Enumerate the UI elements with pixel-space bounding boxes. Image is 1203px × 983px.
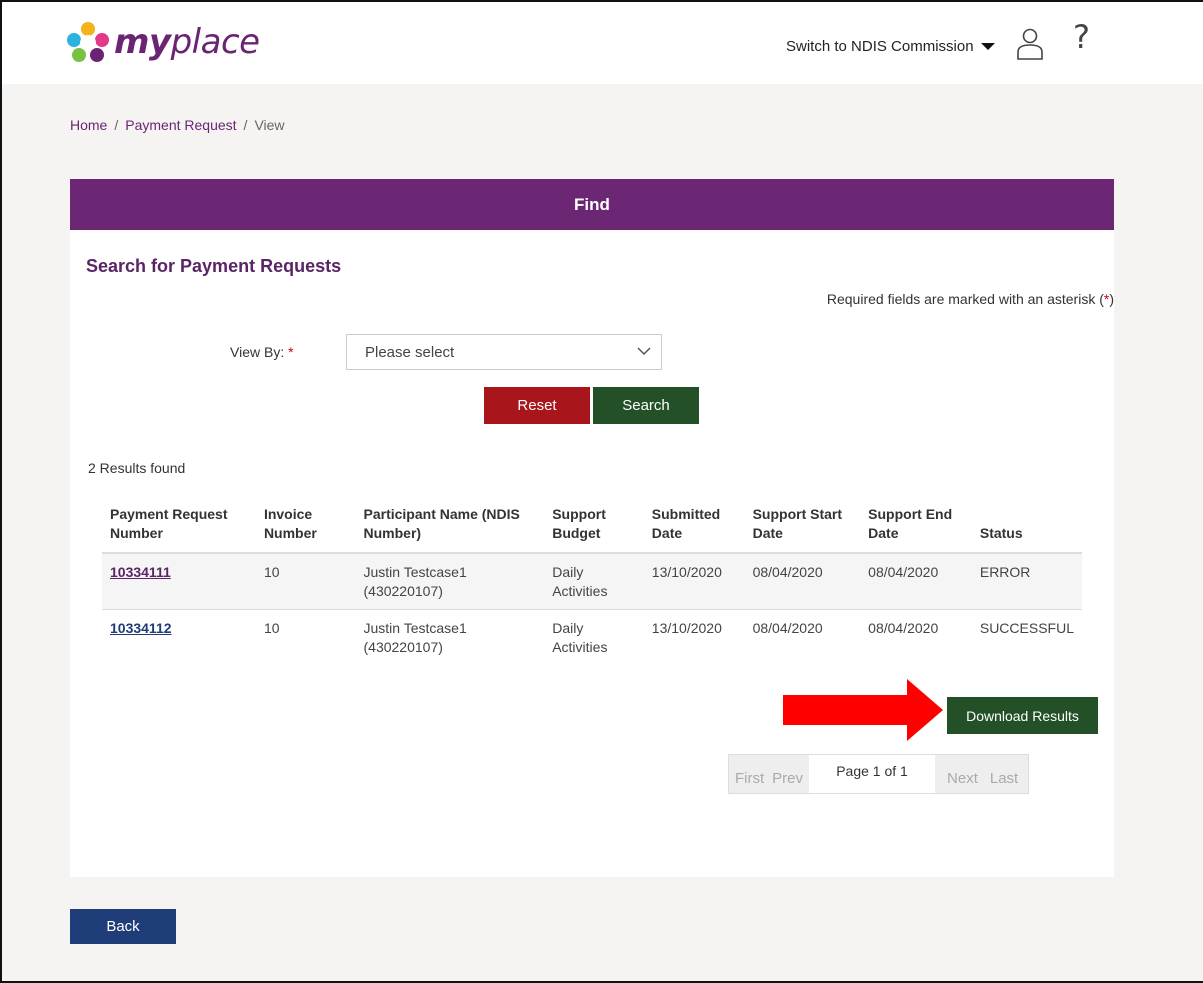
header-line: Status <box>979 525 1023 541</box>
budget-line: Daily <box>552 620 584 636</box>
column-header-submitted-date[interactable]: Submitted Date <box>643 501 745 554</box>
cell-submitted-date: 13/10/2020 <box>643 609 745 665</box>
logo-icon <box>67 22 109 62</box>
header-line: Budget <box>552 525 601 541</box>
help-icon[interactable]: ? <box>1073 18 1090 56</box>
header-line: Date <box>651 525 683 541</box>
cell-request-number: 10334111 <box>102 553 256 610</box>
required-asterisk: * <box>288 344 294 360</box>
view-by-select-value: Please select <box>365 344 455 361</box>
logo-text-place: place <box>170 22 260 62</box>
cell-invoice: 10 <box>255 609 356 665</box>
breadcrumb-home[interactable]: Home <box>70 117 107 133</box>
pager-next-button[interactable]: Next <box>935 755 984 793</box>
results-table: Payment Request Number Invoice Number Part… <box>102 501 1082 665</box>
header-line: Date <box>868 525 899 541</box>
required-fields-note: Required fields are marked with an aster… <box>827 291 1114 307</box>
header-line: Number <box>110 525 163 541</box>
top-bar: myplace Switch to NDIS Commission ? <box>2 2 1203 85</box>
cell-end-date: 08/04/2020 <box>860 609 972 665</box>
view-by-select[interactable]: Please select <box>346 334 662 370</box>
table-row: 10334112 10 Justin Testcase1 (430220107) … <box>102 609 1082 665</box>
cell-support-budget: Daily Activities <box>544 609 644 665</box>
header-line: Payment Request <box>110 506 228 522</box>
header-line: Support Start <box>752 506 843 522</box>
cell-status: SUCCESSFUL <box>971 609 1082 665</box>
header-line: Date <box>752 525 783 541</box>
user-icon[interactable] <box>1016 28 1044 65</box>
back-button[interactable]: Back <box>70 909 176 944</box>
table-header-row: Payment Request Number Invoice Number Part… <box>102 501 1082 554</box>
header-line: Support End <box>868 506 953 522</box>
cell-participant: Justin Testcase1 (430220107) <box>355 553 545 610</box>
view-by-label: View By: * <box>230 344 294 360</box>
participant-name: Justin Testcase1 <box>363 620 467 636</box>
payment-request-link[interactable]: 10334112 <box>110 620 172 636</box>
cell-request-number: 10334112 <box>102 609 256 665</box>
payment-request-link[interactable]: 10334111 <box>110 564 171 580</box>
breadcrumb-payment-request[interactable]: Payment Request <box>125 117 236 133</box>
switch-portal-dropdown[interactable]: Switch to NDIS Commission <box>786 38 995 55</box>
find-card-header: Find <box>70 179 1114 230</box>
red-arrow-annotation <box>783 679 943 741</box>
cell-start-date: 08/04/2020 <box>744 553 861 610</box>
header-line: Invoice <box>263 506 313 522</box>
breadcrumb: Home / Payment Request / View <box>70 117 285 133</box>
column-header-support-end-date[interactable]: Support End Date <box>860 501 972 554</box>
column-header-support-start-date[interactable]: Support Start Date <box>744 501 861 554</box>
pager-info: Page 1 of 1 <box>836 763 908 779</box>
logo-text: myplace <box>114 22 260 62</box>
required-note-text: Required fields are marked with an aster… <box>826 291 1104 307</box>
header-line: Submitted <box>651 506 721 522</box>
logo-text-my: my <box>114 22 171 62</box>
pagination: First Prev Page 1 of 1 Next Last <box>728 754 1030 794</box>
cell-submitted-date: 13/10/2020 <box>643 553 745 610</box>
switch-portal-label: Switch to NDIS Commission <box>786 38 974 55</box>
myplace-logo[interactable]: myplace <box>66 20 260 64</box>
header-line: Number) <box>363 525 422 541</box>
cell-invoice: 10 <box>255 553 356 610</box>
cell-status: ERROR <box>971 553 1082 610</box>
reset-button[interactable]: Reset <box>484 387 590 424</box>
breadcrumb-current: View <box>254 117 285 133</box>
view-by-label-text: View By: <box>230 344 285 360</box>
pager-first-button[interactable]: First <box>729 755 771 793</box>
ndis-number: (430220107) <box>363 583 443 599</box>
cell-participant: Justin Testcase1 (430220107) <box>355 609 545 665</box>
cell-start-date: 08/04/2020 <box>744 609 861 665</box>
column-header-participant-name[interactable]: Participant Name (NDIS Number) <box>355 501 545 554</box>
budget-line: Activities <box>552 639 608 655</box>
chevron-down-icon <box>637 347 651 356</box>
cell-end-date: 08/04/2020 <box>860 553 972 610</box>
participant-name: Justin Testcase1 <box>363 564 467 580</box>
pager-prev-button[interactable]: Prev <box>770 755 810 793</box>
budget-line: Daily <box>552 564 584 580</box>
pager-last-button[interactable]: Last <box>983 755 1029 793</box>
required-note-close: ) <box>1109 291 1114 307</box>
caret-down-icon <box>980 43 995 50</box>
column-header-status[interactable]: Status <box>971 501 1082 554</box>
budget-line: Activities <box>552 583 608 599</box>
column-header-invoice-number[interactable]: Invoice Number <box>255 501 356 554</box>
search-button[interactable]: Search <box>593 387 699 424</box>
cell-support-budget: Daily Activities <box>544 553 644 610</box>
header-line: Support <box>552 506 606 522</box>
column-header-payment-request-number[interactable]: Payment Request Number <box>102 501 256 554</box>
ndis-number: (430220107) <box>363 639 443 655</box>
section-title: Search for Payment Requests <box>86 256 342 276</box>
download-results-button[interactable]: Download Results <box>947 697 1098 734</box>
header-line: Participant Name (NDIS <box>363 506 520 522</box>
breadcrumb-separator: / <box>114 117 119 133</box>
find-card: Find Search for Payment Requests Require… <box>70 179 1114 877</box>
column-header-support-budget[interactable]: Support Budget <box>544 501 644 554</box>
table-row: 10334111 10 Justin Testcase1 (430220107) … <box>102 553 1082 610</box>
header-line: Number <box>263 525 317 541</box>
results-count: 2 Results found <box>88 460 186 476</box>
breadcrumb-separator: / <box>243 117 248 133</box>
